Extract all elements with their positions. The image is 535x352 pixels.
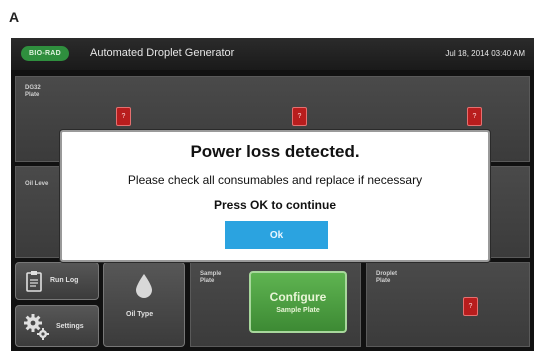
dg32-label-line2: Plate [25, 92, 40, 98]
droplet-plate-label: Droplet Plate [376, 271, 397, 285]
clipboard-icon [26, 271, 42, 292]
droplet-plate-line2: Plate [376, 278, 391, 284]
droplet-plate-line1: Droplet [376, 271, 397, 277]
dialog-title: Power loss detected. [190, 142, 360, 161]
oil-level-label: Oil Leve [25, 181, 49, 187]
run-log-button[interactable]: Run Log [15, 262, 99, 300]
oil-type-label: Oil Type [126, 311, 154, 318]
panel-letter: A [9, 9, 20, 25]
run-log-label: Run Log [50, 277, 79, 284]
configure-label: Configure [269, 290, 327, 304]
oil-drop-icon [136, 274, 152, 298]
dg32-plate-label: DG32 Plate [25, 85, 41, 99]
dg32-slot3-warning-badge: ? [467, 107, 482, 126]
bio-rad-logo: BIO-RAD [21, 46, 69, 61]
gears-icon [24, 314, 49, 340]
app-title: Automated Droplet Generator [90, 47, 235, 59]
sample-plate-line1: Sample [200, 271, 222, 277]
settings-button[interactable]: Settings [15, 305, 99, 347]
dg32-label-line1: DG32 [25, 85, 41, 91]
device-screen: BIO-RAD Automated Droplet Generator Jul … [11, 38, 534, 351]
sample-plate-label: Sample Plate [200, 271, 221, 285]
dg32-slot1-warning-badge: ? [116, 107, 131, 126]
configure-sub-label: Sample Plate [276, 307, 320, 314]
ok-button[interactable]: Ok [225, 221, 328, 249]
dialog-message: Please check all consumables and replace… [127, 173, 423, 187]
droplet-plate-panel[interactable]: Droplet Plate ? [366, 262, 530, 347]
sample-plate-line2: Plate [200, 278, 215, 284]
dialog-prompt: Press OK to continue [213, 198, 337, 212]
dg32-slot2-warning-badge: ? [292, 107, 307, 126]
droplet-plate-warning-badge: ? [463, 297, 478, 316]
configure-sample-plate-button[interactable]: Configure Sample Plate [249, 271, 347, 333]
datetime: Jul 18, 2014 03:40 AM [445, 49, 525, 58]
oil-type-button[interactable]: Oil Type [103, 262, 185, 347]
title-bar: BIO-RAD Automated Droplet Generator Jul … [11, 38, 534, 70]
settings-label: Settings [56, 323, 84, 330]
power-loss-dialog: Power loss detected. Please check all co… [60, 130, 490, 262]
